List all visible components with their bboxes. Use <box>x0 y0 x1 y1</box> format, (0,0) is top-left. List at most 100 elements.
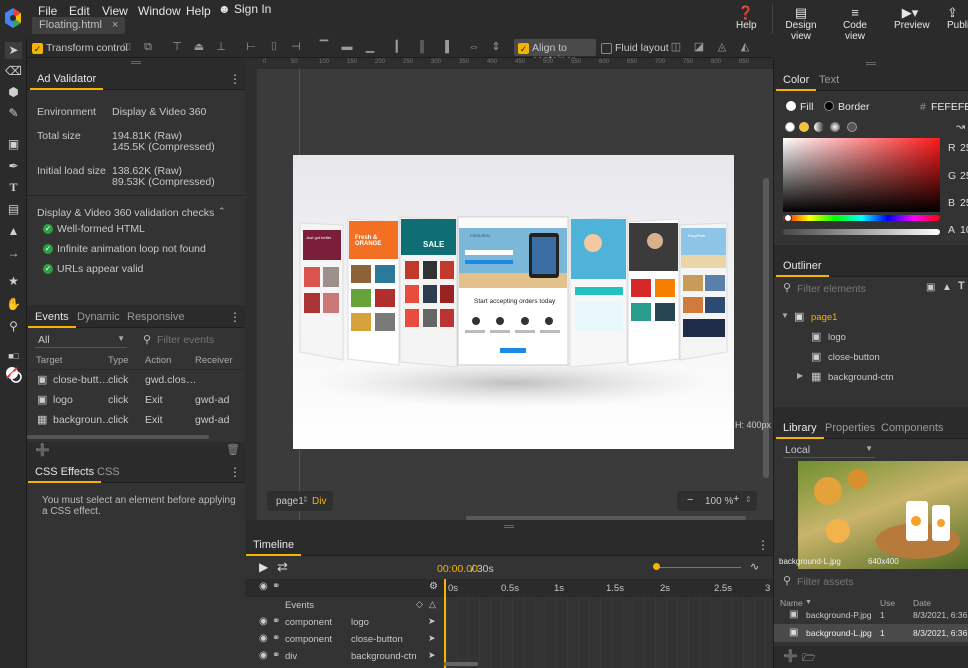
add-asset-icon[interactable]: ➕ <box>783 649 798 663</box>
distribute-middle-icon[interactable]: ▬ <box>338 40 356 55</box>
menu-help[interactable]: Help <box>186 4 211 18</box>
3d-rotate-tool-icon[interactable]: ⬢ <box>5 84 22 101</box>
visibility-icon[interactable]: ◉ <box>259 633 268 644</box>
chevron-right-icon[interactable]: ▶ <box>797 371 803 380</box>
eyedropper-icon[interactable]: ↝ <box>956 120 965 133</box>
filter-events-input[interactable]: Filter events <box>157 334 214 346</box>
linear-gradient-icon[interactable] <box>814 122 824 132</box>
lock-icon[interactable]: ⚭ <box>272 616 280 627</box>
align-center-icon[interactable]: ⌷ <box>265 40 283 55</box>
add-event-row-icon[interactable]: ➤ <box>428 616 436 627</box>
eyedropper-tool-icon[interactable]: → <box>5 245 22 262</box>
slider-thumb[interactable] <box>653 563 660 570</box>
panel-drag-handle[interactable] <box>774 245 968 255</box>
publish-button[interactable]: ⇪ Publi <box>947 5 968 31</box>
hand-tool-icon[interactable]: ✋ <box>5 296 22 313</box>
tag-tool-icon[interactable]: ▣ <box>5 136 22 153</box>
panel-drag-handle[interactable] <box>774 58 968 69</box>
stamp-tool-icon[interactable]: ★ <box>5 273 22 290</box>
align-bottom-icon[interactable]: ⊥ <box>212 40 230 55</box>
filter-elements-input[interactable]: Filter elements <box>797 283 866 295</box>
zoom-level[interactable]: 100 % <box>705 496 733 507</box>
more-options-icon[interactable]: ⋮ <box>757 538 769 552</box>
image-filter-icon[interactable]: ▣ <box>926 282 935 293</box>
zoom-in-button[interactable]: + <box>733 493 739 505</box>
more-options-icon[interactable]: ⋮ <box>229 72 241 86</box>
outliner-item-page1[interactable]: ▼ ▣ page1 <box>774 308 968 328</box>
outliner-item-logo[interactable]: ▣ logo <box>774 328 968 348</box>
zoom-out-button[interactable]: − <box>687 494 693 506</box>
no-color-icon[interactable] <box>785 122 795 132</box>
transform-control-checkbox[interactable]: ✓ <box>32 42 43 54</box>
solid-color-icon[interactable] <box>799 122 809 132</box>
fill-label[interactable]: Fill <box>800 101 813 113</box>
translate-tool-icon[interactable]: ✎ <box>5 105 22 122</box>
more-options-icon[interactable]: ⋮ <box>229 465 241 479</box>
delete-icon[interactable]: 🗑 <box>226 443 240 456</box>
design-view-button[interactable]: ▤ Design view <box>779 5 823 42</box>
document-tab[interactable]: Floating.html × <box>32 17 126 34</box>
align-to-container-toggle[interactable]: ✓ Align to container <box>514 39 596 66</box>
wrap-icon[interactable]: ◬ <box>713 40 731 55</box>
hex-input[interactable]: FEFEFE <box>931 101 968 113</box>
snap-icon[interactable]: ∿ <box>750 560 759 573</box>
ungroup-icon[interactable]: ◪ <box>690 40 708 55</box>
shape-filter-icon[interactable]: ▲ <box>942 282 952 293</box>
resize-tool-icon[interactable]: ⧉ <box>139 40 157 55</box>
zoom-tool-icon[interactable]: ⚲ <box>5 318 22 335</box>
shape-tool-icon[interactable]: ▤ <box>5 201 22 218</box>
distribute-right-icon[interactable]: ▐ <box>436 40 454 55</box>
ad-canvas[interactable]: PIXELREN Start accepting orders today Ju… <box>293 155 734 449</box>
channel-value[interactable]: 10 <box>960 224 968 236</box>
add-event-row-icon[interactable]: ➤ <box>428 650 436 661</box>
table-row[interactable]: ▣ close-butt… click gwd.clos… <box>27 370 245 390</box>
menu-file[interactable]: File <box>38 4 57 18</box>
timeline-row[interactable]: ◉ ⚭ div background-ctn ➤ <box>245 648 773 665</box>
align-right-icon[interactable]: ⊣ <box>287 40 305 55</box>
tab-color[interactable]: Color <box>776 69 817 91</box>
select-tool-icon[interactable]: ➤ <box>5 42 22 59</box>
table-row[interactable]: ▦ backgroun… click Exit gwd-ad <box>27 410 245 430</box>
vertical-scrollbar[interactable] <box>763 178 769 478</box>
timeline-row-events[interactable]: Events ◇ △ <box>245 597 773 614</box>
lock-icon[interactable]: ⚭ <box>272 650 280 661</box>
tab-properties[interactable]: Properties <box>818 417 882 439</box>
visibility-icon[interactable]: ◉ <box>259 616 268 627</box>
menu-edit[interactable]: Edit <box>69 4 90 18</box>
tab-text[interactable]: Text <box>812 69 846 91</box>
distribute-bottom-icon[interactable]: ▁ <box>361 40 379 55</box>
loop-icon[interactable]: ⇄ <box>277 559 288 575</box>
text-tool-icon[interactable]: T <box>5 179 22 196</box>
diamond-icon[interactable]: ◇ <box>416 599 423 610</box>
align-middle-icon[interactable]: ⏏ <box>190 40 208 55</box>
tab-library[interactable]: Library <box>776 417 824 439</box>
sign-in-button[interactable]: ☻ Sign In <box>218 2 271 16</box>
radial-gradient-icon[interactable] <box>830 122 840 132</box>
timeline-zoom-slider[interactable] <box>655 567 741 568</box>
fill-stroke-icon[interactable] <box>5 366 22 383</box>
table-row-selected[interactable]: ▣ background-L.jpg 1 8/3/2021, 6:36:0 <box>774 624 968 642</box>
menu-window[interactable]: Window <box>138 4 181 18</box>
hue-slider[interactable] <box>783 215 940 221</box>
channel-value[interactable]: 25 <box>960 170 968 182</box>
visibility-icon[interactable]: ◉ <box>259 581 268 592</box>
scale-tool-icon[interactable]: □ <box>118 40 136 55</box>
library-source-select[interactable]: Local ▼ <box>783 442 875 458</box>
space-horizontal-icon[interactable]: ⇔ <box>465 40 483 55</box>
distribute-top-icon[interactable]: ▔ <box>315 40 333 55</box>
tab-dynamic[interactable]: Dynamic <box>70 306 127 328</box>
tab-components[interactable]: Components <box>874 417 950 439</box>
align-top-icon[interactable]: ⊤ <box>168 40 186 55</box>
unwrap-icon[interactable]: ◭ <box>736 40 754 55</box>
close-tab-icon[interactable]: × <box>112 19 118 31</box>
space-vertical-icon[interactable]: ⇕ <box>487 40 505 55</box>
panel-drag-handle[interactable] <box>27 58 245 68</box>
eraser-tool-icon[interactable]: ⌫ <box>5 63 22 80</box>
distribute-center-icon[interactable]: ║ <box>413 40 431 55</box>
border-label[interactable]: Border <box>838 101 870 113</box>
timeline-row[interactable]: ◉ ⚭ component close-button ➤ <box>245 631 773 648</box>
channel-value[interactable]: 25 <box>960 197 968 209</box>
pen-tool-icon[interactable]: ✒ <box>5 158 22 175</box>
breadcrumb-page[interactable]: page1 <box>276 496 304 507</box>
event-filter-select[interactable]: All ▼ <box>35 332 127 348</box>
